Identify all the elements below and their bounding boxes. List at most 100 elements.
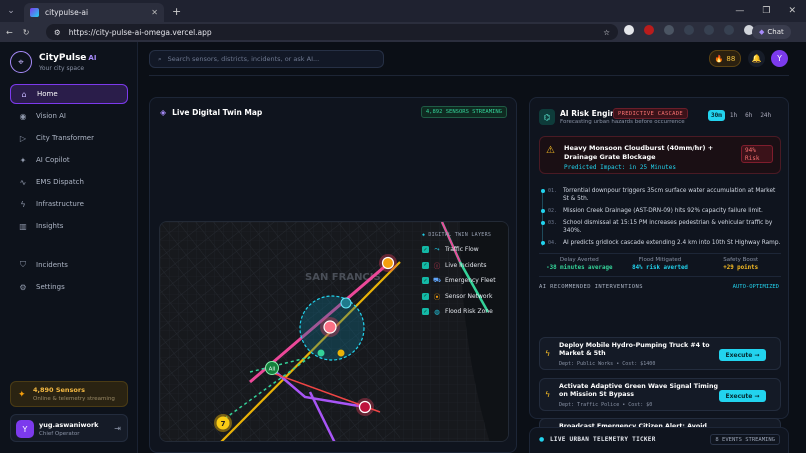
time-option-1h[interactable]: 1h (727, 110, 740, 121)
tab-menu-chevron-icon[interactable]: ⌄ (0, 0, 22, 22)
collections-icon[interactable] (724, 25, 734, 35)
header-avatar[interactable]: Y (771, 50, 788, 67)
stat-value: +29 points (723, 265, 759, 271)
sidebar-item-ems-dispatch[interactable]: ∿ EMS Dispatch (10, 172, 128, 192)
incident-marker[interactable] (323, 320, 337, 334)
search-input[interactable]: ⌕ Search sensors, districts, incidents, … (149, 50, 384, 68)
checkbox-checked-icon[interactable]: ✓ (422, 292, 429, 300)
url-text: https://city-pulse-ai-omega.vercel.app (68, 27, 212, 37)
tab-close-icon[interactable]: ✕ (151, 8, 158, 17)
layer-toggle-sensor-network[interactable]: ✓ ⦿ Sensor Network (422, 289, 506, 305)
points-badge[interactable]: 🔥 88 (709, 50, 741, 67)
address-bar[interactable]: ⚙ https://city-pulse-ai-omega.vercel.app… (46, 24, 618, 40)
cascade-steps: 01. Torrential downpour triggers 35cm sur… (539, 187, 781, 251)
brand-subtitle: Your city space (39, 64, 85, 72)
execute-button[interactable]: Execute → (719, 390, 766, 402)
sidebar-item-incidents[interactable]: ⛉ Incidents (10, 255, 128, 275)
brand[interactable]: ⌖ CityPulse AI Your city space (10, 51, 96, 73)
intervention-card: ϟ Activate Adaptive Green Wave Signal Tim… (539, 378, 781, 411)
layers-icon: ◈ (160, 108, 167, 117)
chat-label: Chat (767, 28, 784, 36)
sidebar-item-label: AI Copilot (36, 156, 70, 164)
sidebar-item-infrastructure[interactable]: ϟ Infrastructure (10, 194, 128, 214)
user-card[interactable]: Y yug.aswaniwork Chief Operator ⇥ (10, 414, 128, 442)
stat-label: Flood Mitigated (638, 257, 682, 263)
minimize-icon[interactable]: — (735, 6, 744, 16)
layer-toggle-emergency-fleet[interactable]: ✓ ⛟ Emergency Fleet (422, 273, 506, 289)
sidebar-item-settings[interactable]: ⚙ Settings (10, 277, 128, 297)
time-option-24h[interactable]: 24h (757, 110, 774, 121)
home-icon: ⌂ (21, 89, 27, 99)
execute-button[interactable]: Execute → (719, 349, 766, 361)
telemetry-ticker: ● LIVE URBAN TELEMETRY TICKER 8 EVENTS S… (529, 427, 789, 453)
window-close-icon[interactable]: ✕ (788, 6, 796, 16)
shield-icon: ⛉ (20, 260, 26, 269)
sidebar-item-label: Infrastructure (36, 200, 84, 208)
alert-impact: Predicted Impact: in 25 Minutes (564, 164, 676, 171)
search-icon: ⌕ (158, 54, 162, 63)
timeline-dot-icon (541, 221, 545, 225)
sidebar-item-vision-ai[interactable]: ◉ Vision AI (10, 106, 128, 126)
step-number: 01. (548, 188, 558, 194)
sensor-marker[interactable] (337, 349, 345, 357)
back-arrow-icon[interactable]: ← (6, 28, 13, 37)
favorites-icon[interactable] (704, 25, 714, 35)
sensor-count: 4,890 Sensors (33, 386, 85, 394)
layers-heading: DIGITAL TWIN LAYERS (428, 232, 492, 238)
cascade-step: 02. Mission Creek Drainage (AST-DRN-09) h… (539, 207, 781, 215)
checkbox-checked-icon[interactable]: ✓ (422, 277, 429, 285)
intervention-card: ϟ Deploy Mobile Hydro-Pumping Truck #4 to… (539, 337, 781, 370)
sidebar-item-insights[interactable]: ▥ Insights (10, 216, 128, 236)
search-placeholder: Search sensors, districts, incidents, or… (167, 55, 320, 63)
puzzle-icon[interactable] (684, 25, 694, 35)
intervention-title: Activate Adaptive Green Wave Signal Timi… (559, 383, 718, 398)
extension-icon[interactable] (624, 25, 634, 35)
extension-icon[interactable] (664, 25, 674, 35)
citypulse-logo-icon: ⌖ (10, 51, 32, 73)
notifications-bell-icon[interactable]: 🔔 (748, 50, 765, 67)
site-info-icon[interactable]: ⚙ (54, 28, 61, 37)
extension-icon[interactable] (644, 25, 654, 35)
map-layers-legend: ◈ DIGITAL TWIN LAYERS ✓ ⤳ Traffic Flow ✓ ⓘ Li… (422, 232, 506, 320)
sidebar-item-home[interactable]: ⌂ Home (10, 84, 128, 104)
layer-toggle-flood-risk-zone[interactable]: ✓ ◍ Flood Risk Zone (422, 304, 506, 320)
step-text: Torrential downpour triggers 35cm surfac… (563, 188, 776, 202)
impact-stat: Safety Boost +29 points (700, 257, 781, 276)
logout-icon[interactable]: ⇥ (114, 424, 121, 433)
sensor-marker[interactable] (317, 349, 325, 357)
new-tab-plus-icon[interactable]: + (172, 5, 181, 18)
header-divider (149, 75, 789, 76)
timeline-dot-icon (541, 241, 545, 245)
user-name: yug.aswaniwork (39, 421, 99, 429)
sidebar-item-ai-copilot[interactable]: ✦ AI Copilot (10, 150, 128, 170)
browser-toolbar: ← ↻ ⚙ https://city-pulse-ai-omega.vercel… (0, 22, 806, 42)
layer-toggle-live-incidents[interactable]: ✓ ⓘ Live Incidents (422, 258, 506, 274)
time-option-6h[interactable]: 6h (742, 110, 755, 121)
gear-icon: ⚙ (19, 282, 27, 292)
checkbox-checked-icon[interactable]: ✓ (422, 261, 429, 269)
sidebar-item-city-transformer[interactable]: ▷ City Transformer (10, 128, 128, 148)
checkbox-checked-icon[interactable]: ✓ (422, 246, 429, 254)
fleet-cluster-label: All (269, 367, 276, 373)
digital-twin-map[interactable]: SAN FRANCIS All 7 ◈ DIGITAL TWIN LAYERS … (159, 221, 509, 442)
stat-value: 84% risk averted (632, 265, 688, 271)
risk-label: Risk (745, 155, 760, 162)
intervention-title: Deploy Mobile Hydro-Pumping Truck #4 to … (559, 342, 710, 357)
browser-tab[interactable]: citypulse-ai ✕ (24, 3, 164, 22)
bookmark-star-icon[interactable]: ☆ (603, 28, 610, 37)
restore-icon[interactable]: ❐ (762, 6, 770, 16)
time-range-selector: 30m 1h 6h 24h (708, 110, 774, 121)
sidebar-item-label: City Transformer (36, 134, 94, 142)
time-option-30m[interactable]: 30m (708, 110, 725, 121)
sidebar-item-label: Settings (36, 283, 65, 291)
incident-marker[interactable] (381, 256, 395, 270)
fleet-unit-marker[interactable] (340, 297, 352, 309)
sensor-sub: Online & telemetry streaming (33, 396, 115, 402)
layer-toggle-traffic-flow[interactable]: ✓ ⤳ Traffic Flow (422, 242, 506, 258)
incident-marker[interactable] (358, 400, 372, 414)
reload-icon[interactable]: ↻ (23, 28, 30, 37)
chat-button[interactable]: ◆ Chat (752, 25, 791, 39)
timeline-dot-icon (541, 209, 545, 213)
checkbox-checked-icon[interactable]: ✓ (422, 308, 429, 316)
step-text: Mission Creek Drainage (AST-DRN-09) hits… (563, 208, 763, 214)
